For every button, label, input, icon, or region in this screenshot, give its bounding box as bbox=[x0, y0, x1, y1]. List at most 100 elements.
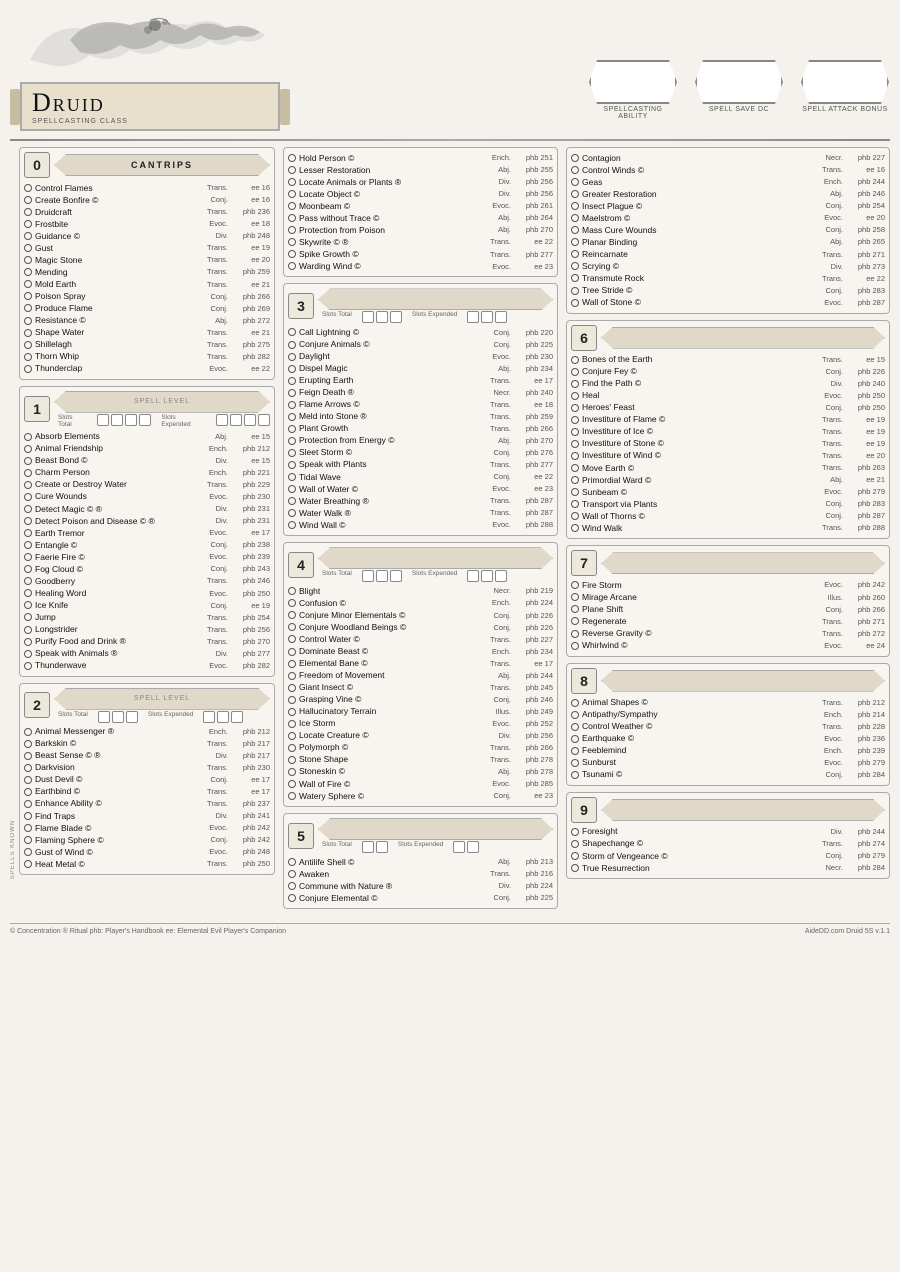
slot-box[interactable] bbox=[362, 570, 374, 582]
spell-circle[interactable] bbox=[288, 401, 296, 409]
spell-circle[interactable] bbox=[288, 587, 296, 595]
spell-item[interactable]: Gust of Wind © Evoc. phb 248 bbox=[24, 846, 270, 858]
spell-circle[interactable] bbox=[571, 723, 579, 731]
spell-item[interactable]: Create Bonfire © Conj. ee 16 bbox=[24, 194, 270, 206]
spell-item[interactable]: Water Breathing ® Trans. phb 287 bbox=[288, 495, 553, 507]
spell-circle[interactable] bbox=[24, 553, 32, 561]
spell-item[interactable]: Produce Flame Conj. phb 269 bbox=[24, 302, 270, 314]
spell-item[interactable]: Beast Sense © ® Div. phb 217 bbox=[24, 750, 270, 762]
spell-circle[interactable] bbox=[24, 505, 32, 513]
spell-circle[interactable] bbox=[24, 196, 32, 204]
spell-item[interactable]: Conjure Minor Elementals © Conj. phb 226 bbox=[288, 609, 553, 621]
spell-circle[interactable] bbox=[24, 728, 32, 736]
spell-item[interactable]: Charm Person Ench. phb 221 bbox=[24, 467, 270, 479]
slot-box[interactable] bbox=[376, 311, 388, 323]
spell-item[interactable]: Skywrite © ® Trans. ee 22 bbox=[288, 236, 553, 248]
spell-circle[interactable] bbox=[571, 524, 579, 532]
spell-item[interactable]: Sunburst Evoc. phb 279 bbox=[571, 757, 885, 769]
spell-circle[interactable] bbox=[571, 488, 579, 496]
spell-circle[interactable] bbox=[288, 473, 296, 481]
spell-circle[interactable] bbox=[288, 238, 296, 246]
spell-circle[interactable] bbox=[571, 416, 579, 424]
spell-circle[interactable] bbox=[24, 457, 32, 465]
spell-item[interactable]: Tree Stride © Conj. phb 283 bbox=[571, 285, 885, 297]
spell-item[interactable]: Dust Devil © Conj. ee 17 bbox=[24, 774, 270, 786]
spell-item[interactable]: Flaming Sphere © Conj. phb 242 bbox=[24, 834, 270, 846]
spell-item[interactable]: Dominate Beast © Ench. phb 234 bbox=[288, 646, 553, 658]
spell-circle[interactable] bbox=[288, 250, 296, 258]
spell-circle[interactable] bbox=[24, 764, 32, 772]
spell-item[interactable]: True Resurrection Necr. phb 284 bbox=[571, 862, 885, 874]
spell-item[interactable]: Cure Wounds Evoc. phb 230 bbox=[24, 491, 270, 503]
slot-box[interactable] bbox=[97, 414, 109, 426]
slot-box[interactable] bbox=[362, 311, 374, 323]
spell-item[interactable]: Reincarnate Trans. phb 271 bbox=[571, 248, 885, 260]
spell-item[interactable]: Heat Metal © Trans. phb 250 bbox=[24, 858, 270, 870]
spell-item[interactable]: Thunderclap Evoc. ee 22 bbox=[24, 363, 270, 375]
spell-circle[interactable] bbox=[288, 858, 296, 866]
spell-circle[interactable] bbox=[571, 771, 579, 779]
spell-item[interactable]: Darkvision Trans. phb 230 bbox=[24, 762, 270, 774]
spell-item[interactable]: Wall of Fire © Evoc. phb 285 bbox=[288, 778, 553, 790]
spell-item[interactable]: Conjure Animals © Conj. phb 225 bbox=[288, 339, 553, 351]
spell-circle[interactable] bbox=[288, 328, 296, 336]
spell-item[interactable]: Conjure Fey © Conj. phb 226 bbox=[571, 366, 885, 378]
spell-circle[interactable] bbox=[24, 517, 32, 525]
spell-item[interactable]: Mirage Arcane Illus. phb 260 bbox=[571, 591, 885, 603]
spell-circle[interactable] bbox=[571, 759, 579, 767]
spell-circle[interactable] bbox=[571, 440, 579, 448]
spell-circle[interactable] bbox=[288, 660, 296, 668]
spell-item[interactable]: Control Water © Trans. phb 227 bbox=[288, 633, 553, 645]
slot-box[interactable] bbox=[390, 570, 402, 582]
spell-circle[interactable] bbox=[571, 238, 579, 246]
spell-circle[interactable] bbox=[24, 800, 32, 808]
spell-circle[interactable] bbox=[288, 226, 296, 234]
spell-item[interactable]: Dispel Magic Abj. phb 234 bbox=[288, 363, 553, 375]
spell-circle[interactable] bbox=[288, 190, 296, 198]
spell-item[interactable]: Sleet Storm © Conj. phb 276 bbox=[288, 447, 553, 459]
spell-item[interactable]: Wind Walk Trans. phb 288 bbox=[571, 522, 885, 534]
spell-circle[interactable] bbox=[24, 184, 32, 192]
spell-circle[interactable] bbox=[24, 304, 32, 312]
spell-item[interactable]: Meld into Stone ® Trans. phb 259 bbox=[288, 411, 553, 423]
spell-circle[interactable] bbox=[571, 617, 579, 625]
spell-circle[interactable] bbox=[24, 433, 32, 441]
spell-item[interactable]: Faerie Fire © Evoc. phb 239 bbox=[24, 551, 270, 563]
spell-circle[interactable] bbox=[288, 437, 296, 445]
spell-item[interactable]: Resistance © Abj. phb 272 bbox=[24, 315, 270, 327]
spell-item[interactable]: Thunderwave Evoc. phb 282 bbox=[24, 660, 270, 672]
spell-circle[interactable] bbox=[24, 341, 32, 349]
slot-box[interactable] bbox=[467, 841, 479, 853]
spell-circle[interactable] bbox=[288, 780, 296, 788]
spell-item[interactable]: Goodberry Trans. phb 246 bbox=[24, 575, 270, 587]
spell-item[interactable]: Contagion Necr. phb 227 bbox=[571, 152, 885, 164]
spell-circle[interactable] bbox=[571, 178, 579, 186]
spell-item[interactable]: Foresight Div. phb 244 bbox=[571, 826, 885, 838]
spell-circle[interactable] bbox=[571, 747, 579, 755]
spell-circle[interactable] bbox=[24, 365, 32, 373]
spell-circle[interactable] bbox=[288, 214, 296, 222]
spell-circle[interactable] bbox=[571, 464, 579, 472]
spell-save-dc-frame[interactable] bbox=[695, 60, 783, 104]
spell-item[interactable]: Storm of Vengeance © Conj. phb 279 bbox=[571, 850, 885, 862]
spell-circle[interactable] bbox=[571, 287, 579, 295]
spell-circle[interactable] bbox=[288, 521, 296, 529]
spell-circle[interactable] bbox=[288, 461, 296, 469]
spell-circle[interactable] bbox=[571, 214, 579, 222]
spell-circle[interactable] bbox=[24, 256, 32, 264]
slot-box[interactable] bbox=[376, 570, 388, 582]
spell-circle[interactable] bbox=[24, 848, 32, 856]
spell-circle[interactable] bbox=[24, 232, 32, 240]
spell-item[interactable]: Animal Shapes © Trans. phb 212 bbox=[571, 697, 885, 709]
spell-circle[interactable] bbox=[24, 601, 32, 609]
spell-item[interactable]: Awaken Trans. phb 216 bbox=[288, 868, 553, 880]
spell-circle[interactable] bbox=[24, 788, 32, 796]
spell-circle[interactable] bbox=[288, 365, 296, 373]
spell-item[interactable]: Plant Growth Trans. phb 266 bbox=[288, 423, 553, 435]
spell-circle[interactable] bbox=[571, 190, 579, 198]
spell-item[interactable]: Hold Person © Ench. phb 251 bbox=[288, 152, 553, 164]
spell-item[interactable]: Polymorph © Trans. phb 266 bbox=[288, 742, 553, 754]
spell-item[interactable]: Investiture of Flame © Trans. ee 19 bbox=[571, 414, 885, 426]
spell-item[interactable]: Feeblemind Ench. phb 239 bbox=[571, 745, 885, 757]
spell-item[interactable]: Sunbeam © Evoc. phb 279 bbox=[571, 486, 885, 498]
